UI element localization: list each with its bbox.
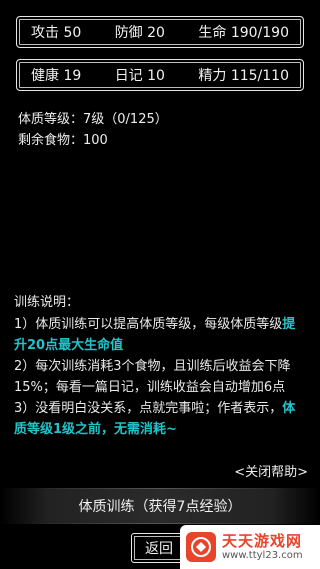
help-line-1: 1）体质训练可以提高体质等级，每级体质等级提升20点最大生命值 bbox=[14, 317, 296, 353]
physique-train-button[interactable]: 体质训练（获得7点经验） bbox=[0, 488, 320, 524]
watermark-title: 天天游戏网 bbox=[222, 532, 303, 551]
help-title: 训练说明： bbox=[14, 295, 80, 310]
help-line-2: 2）每次训练消耗3个食物，且训练后收益会下降15%；每看一篇日记，训练收益会自动… bbox=[14, 359, 291, 395]
help-line-3: 3）没看明白没关系，点就完事啦；作者表示，体质等级1级之前，无需消耗~ bbox=[14, 401, 296, 437]
stats-panel-combat: 攻击 50 防御 20 生命 190/190 bbox=[16, 16, 304, 48]
energy-stat: 精力 115/110 bbox=[198, 68, 289, 84]
defense-stat: 防御 20 bbox=[114, 25, 165, 41]
back-button[interactable]: 返回 bbox=[131, 533, 187, 563]
physique-level-text: 体质等级：7级（0/125） bbox=[18, 112, 168, 127]
remaining-food-text: 剩余食物：100 bbox=[18, 133, 108, 148]
help-body: 1）体质训练可以提高体质等级，每级体质等级提升20点最大生命值 2）每次训练消耗… bbox=[14, 314, 306, 440]
health-stat: 健康 19 bbox=[31, 68, 82, 84]
close-help-link[interactable]: <关闭帮助> bbox=[234, 461, 308, 480]
stats-panel-status: 健康 19 日记 10 精力 115/110 bbox=[16, 59, 304, 91]
attack-stat: 攻击 50 bbox=[31, 25, 82, 41]
life-stat: 生命 190/190 bbox=[198, 25, 289, 41]
watermark-logo-icon bbox=[186, 532, 216, 562]
site-watermark: 天天游戏网 www.ttyl23.com bbox=[180, 525, 320, 569]
diary-stat: 日记 10 bbox=[114, 68, 165, 84]
watermark-url: www.ttyl23.com bbox=[222, 549, 303, 561]
